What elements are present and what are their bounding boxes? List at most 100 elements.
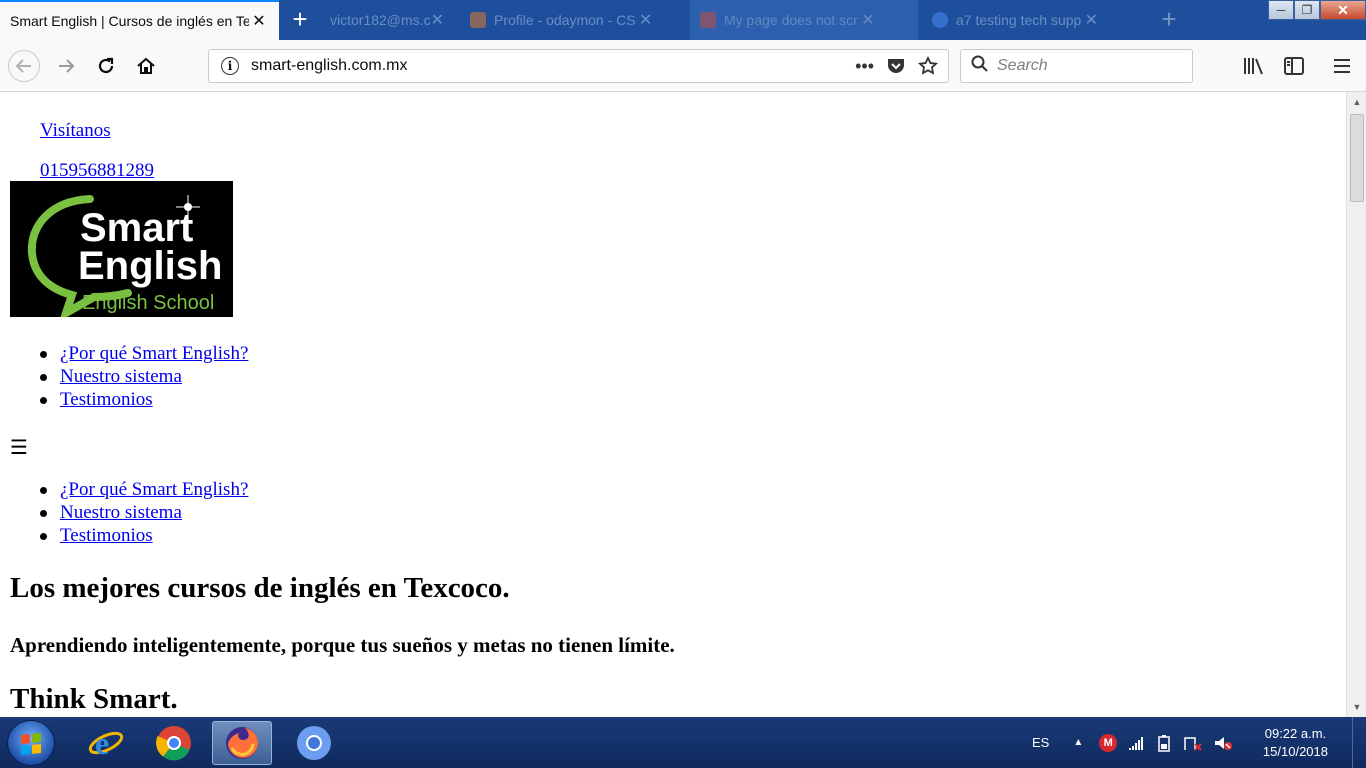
close-tab-icon[interactable]: ✕ [1081,10,1101,30]
tab-testing[interactable]: a7 testing tech supp ✕ [922,0,1152,40]
new-tab-button[interactable]: + [286,6,314,34]
close-tab-icon[interactable]: ✕ [431,10,444,30]
scroll-down-arrow-icon[interactable]: ▼ [1347,697,1366,717]
tab-title: My page does not scr [724,12,858,28]
tab-title: a7 testing tech supp [956,12,1082,28]
speech-bubble-logo-icon: Smart English English School [10,181,233,322]
chromium-taskbar-button[interactable] [284,721,344,765]
scroll-thumb[interactable] [1350,114,1364,202]
close-tab-icon[interactable]: ✕ [249,11,269,31]
search-icon [971,55,989,78]
chromium-icon [297,726,331,760]
search-placeholder: Search [997,57,1048,74]
home-icon [137,57,155,74]
sidebar-icon [1284,57,1304,75]
internet-explorer-icon: e [88,725,124,761]
mobile-nav-list: ¿Por qué Smart English? Nuestro sistema … [39,478,248,547]
close-tab-icon[interactable]: ✕ [858,10,878,30]
reload-icon [98,57,114,74]
mobile-nav-link-why[interactable]: ¿Por qué Smart English? [60,479,248,500]
list-item: ¿Por qué Smart English? [39,478,248,501]
tab-my-page[interactable]: My page does not scr ✕ [690,0,918,40]
visit-link[interactable]: Visítanos [40,120,111,142]
mobile-menu-toggle[interactable]: ☰ [10,435,28,459]
main-nav-list: ¿Por qué Smart English? Nuestro sistema … [39,342,248,411]
close-window-button[interactable]: ✕ [1320,0,1366,20]
forward-button[interactable] [50,50,82,82]
list-item: ¿Por qué Smart English? [39,342,248,365]
volume-muted-icon[interactable] [1213,734,1233,752]
search-bar[interactable]: Search [960,49,1193,83]
hamburger-menu-icon [1334,59,1350,73]
tab-title: victor182@ms.c [330,12,431,28]
tab-email[interactable]: victor182@ms.c ✕ [320,0,450,40]
network-error-icon[interactable] [1183,734,1203,752]
logo-line3: English School [82,292,214,314]
navigation-toolbar: i smart-english.com.mx ••• Search [0,40,1366,92]
phone-link[interactable]: 015956881289 [40,160,154,182]
logo-line2: English [78,244,222,288]
windows-taskbar: e ES ▲ M 09:22 a.m. 15/10/2018 [0,717,1366,768]
site-favicon-icon [700,12,716,28]
chrome-icon [156,726,191,761]
list-item: Testimonios [39,524,248,547]
tab-title: Profile - odaymon - CS [494,12,636,28]
library-button[interactable] [1242,54,1266,78]
library-icon [1244,58,1263,75]
nav-link-system[interactable]: Nuestro sistema [60,366,182,387]
tagline-heading: Think Smart. [10,683,178,715]
mobile-nav-link-system[interactable]: Nuestro sistema [60,502,182,523]
firefox-icon [226,727,258,759]
signal-icon[interactable] [1129,735,1145,751]
globe-favicon-icon [932,12,948,28]
vertical-scrollbar[interactable]: ▲ ▼ [1346,92,1366,717]
scroll-up-arrow-icon[interactable]: ▲ [1347,92,1366,112]
internet-explorer-taskbar-button[interactable]: e [76,721,136,765]
taskbar-clock[interactable]: 09:22 a.m. 15/10/2018 [1263,725,1328,761]
url-text[interactable]: smart-english.com.mx [251,57,855,75]
sidebar-button[interactable] [1282,54,1306,78]
start-button[interactable] [7,720,55,766]
reload-button[interactable] [90,50,122,82]
battery-icon[interactable] [1157,734,1171,752]
nav-link-testimonials[interactable]: Testimonios [60,389,153,410]
minimize-button[interactable]: ─ [1268,0,1294,20]
nav-link-why[interactable]: ¿Por qué Smart English? [60,343,248,364]
back-arrow-icon [15,59,31,73]
tab-profile[interactable]: Profile - odaymon - CS ✕ [460,0,685,40]
smart-english-logo: Smart English English School [10,181,233,322]
tab-title: Smart English | Cursos de inglés en Texc… [10,13,249,29]
show-desktop-button[interactable] [1352,717,1366,768]
new-tab-ghost-icon: + [1161,4,1177,34]
tab-strip: Smart English | Cursos de inglés en Texc… [0,0,1366,40]
close-tab-icon[interactable]: ✕ [636,10,656,30]
list-item: Testimonios [39,388,248,411]
language-indicator[interactable]: ES [1032,735,1049,750]
pocket-icon[interactable] [886,56,906,76]
svg-text:e: e [95,725,109,761]
firefox-taskbar-button[interactable] [212,721,272,765]
list-item: Nuestro sistema [39,501,248,524]
clock-date: 15/10/2018 [1262,744,1328,759]
web-page-content: Visítanos 015956881289 Smart English Eng… [0,92,1346,717]
clock-time: 09:22 a.m. [1264,726,1327,741]
main-heading: Los mejores cursos de inglés en Texcoco. [10,572,510,604]
bookmark-star-icon[interactable] [918,56,938,76]
mega-icon[interactable]: M [1099,733,1118,752]
forward-arrow-icon [59,59,75,73]
back-button[interactable] [8,50,40,82]
chrome-taskbar-button[interactable] [144,721,204,765]
show-hidden-icons-icon[interactable]: ▲ [1073,737,1083,748]
window-controls: ─ ❐ ✕ [1268,0,1366,22]
menu-button[interactable] [1330,54,1354,78]
restore-button[interactable]: ❐ [1294,0,1320,20]
site-info-icon[interactable]: i [221,57,239,75]
windows-logo-icon [21,732,41,756]
system-tray: ES ▲ M [1032,717,1233,768]
address-bar[interactable]: i smart-english.com.mx ••• [208,49,949,83]
page-actions-icon[interactable]: ••• [855,56,874,77]
list-item: Nuestro sistema [39,365,248,388]
mobile-nav-link-testimonials[interactable]: Testimonios [60,525,153,546]
home-button[interactable] [130,50,162,82]
tab-smart-english[interactable]: Smart English | Cursos de inglés en Texc… [0,0,279,40]
